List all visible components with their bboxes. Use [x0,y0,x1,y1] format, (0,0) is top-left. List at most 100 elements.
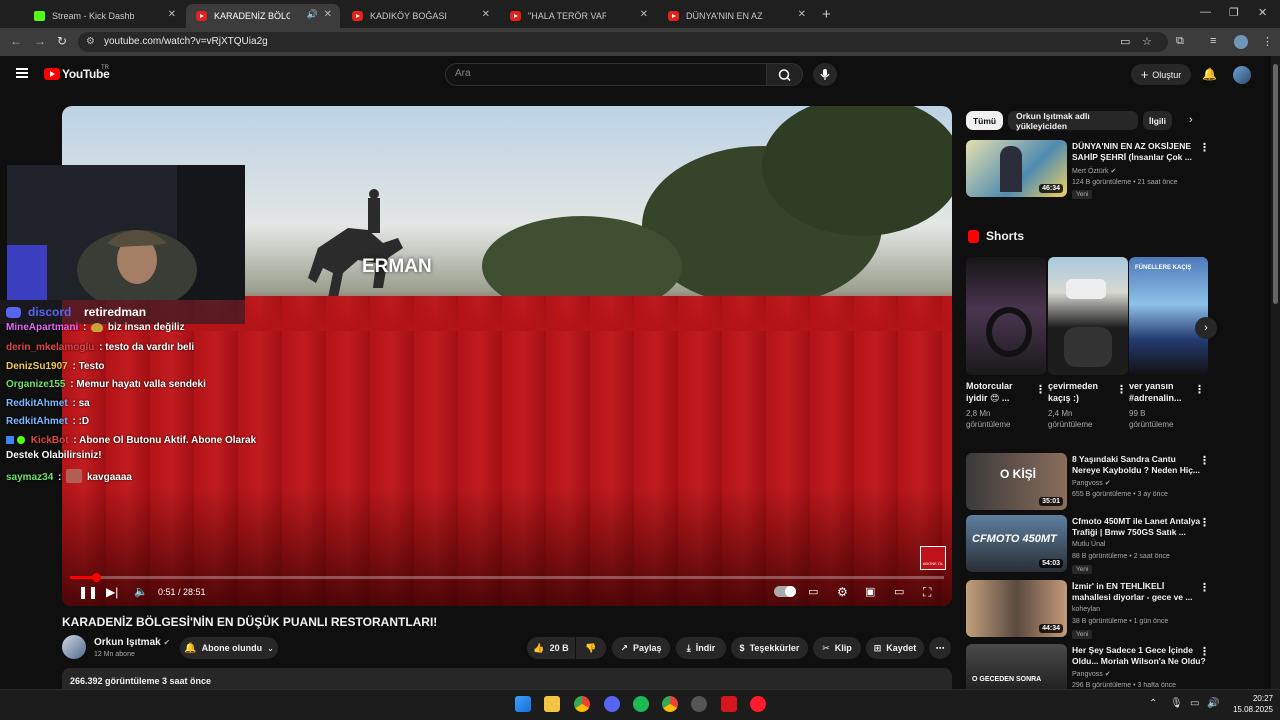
recommendation-channel[interactable]: Pangvoss ✔ [1072,670,1111,678]
thanks-button[interactable]: $ Teşekkürler [731,637,808,659]
recommendation-title[interactable]: 8 Yaşındaki Sandra Cantu Nereye Kayboldu … [1072,454,1200,476]
new-tab-button[interactable]: + [822,6,831,23]
url-text[interactable]: youtube.com/watch?v=vRjXTQUia2g [104,36,268,47]
recommendation-title[interactable]: Cfmoto 450MT ile Lanet Antalya Trafiği | … [1072,516,1200,538]
dislike-button[interactable]: 👎 [576,637,606,659]
site-info-icon[interactable]: ⚙ [86,36,95,47]
more-options-icon[interactable]: ⋮ [1199,581,1210,594]
autoplay-toggle[interactable] [774,586,796,597]
volume-icon[interactable]: 🔈 [134,585,148,598]
short-title[interactable]: ver yansın #adrenalin... [1129,380,1182,404]
short-thumbnail[interactable]: FÜNELLERE KAÇIŞ [1129,257,1208,375]
opera-icon[interactable] [750,696,766,712]
short-title[interactable]: çevirmeden kaçış :) [1048,380,1098,404]
chip-related[interactable]: İlgili [1143,111,1172,130]
extensions-icon[interactable]: ⧉ [1176,35,1184,48]
browser-tab-kick[interactable]: Stream - Kick Dashboard ✕ [24,4,184,28]
browser-tab-4[interactable]: "HALA TERÖR VAR MI BURALA ✕ [500,4,656,28]
short-title[interactable]: Motorcular iyidir 😍 ... [966,380,1013,404]
chrome-icon[interactable] [574,696,590,712]
search-input[interactable] [445,63,767,86]
tray-chevron-icon[interactable]: ⌃ [1149,698,1157,709]
recommendation-title[interactable]: Her Şey Sadece 1 Gece İçinde Oldu... Mori… [1072,645,1206,667]
reload-icon[interactable]: ↻ [57,34,67,48]
video-progress-handle[interactable] [91,573,101,582]
recommendation-channel[interactable]: Pangvoss ✔ [1072,479,1111,487]
more-options-icon[interactable]: ⋮ [1199,645,1210,658]
more-options-icon[interactable]: ⋮ [1199,141,1210,154]
recommendation-title[interactable]: DÜNYA'NIN EN AZ OKSİJENE SAHİP ŞEHRİ (İns… [1072,141,1192,163]
next-icon[interactable]: ▶| [106,585,118,599]
short-thumbnail[interactable] [1048,257,1128,375]
app-icon[interactable] [691,696,707,712]
fullscreen-icon[interactable]: ⛶ [923,585,931,600]
subscribe-watermark[interactable]: ABONE OL [920,546,946,570]
shorts-next-button[interactable]: › [1195,317,1217,339]
chip-all[interactable]: Tümü [966,111,1003,130]
more-options-icon[interactable]: ⋮ [1199,454,1210,467]
notifications-bell-icon[interactable]: 🔔 [1202,67,1217,81]
close-icon[interactable]: ✕ [798,9,806,20]
account-avatar[interactable] [1233,66,1251,84]
volume-tray-icon[interactable]: 🔊 [1207,698,1219,709]
recommendation-channel[interactable]: Mert Öztürk ✔ [1072,167,1116,175]
more-options-icon[interactable]: ⋮ [1035,383,1046,396]
speaker-icon[interactable]: 🔊 [307,9,318,20]
video-progress-bar[interactable] [70,573,944,582]
recommendation-channel[interactable]: koheylan [1072,606,1100,613]
cast-icon[interactable]: ▭ [1120,35,1130,48]
browser-tab-5[interactable]: DÜNYA'NIN EN AZ OKSİJENE S ✕ [658,4,814,28]
channel-avatar[interactable] [62,635,86,659]
close-icon[interactable]: ✕ [482,9,490,20]
restore-icon[interactable]: ❐ [1229,6,1239,19]
recommendation-thumbnail[interactable]: 46:34 [966,140,1067,197]
close-icon[interactable]: ✕ [168,9,176,20]
recommendation-thumbnail[interactable]: 44:34 [966,580,1067,637]
reading-list-icon[interactable]: ≡ [1210,35,1216,47]
channel-name[interactable]: Orkun Işıtmak ✔ [94,637,170,648]
minimize-icon[interactable]: — [1200,6,1211,18]
close-icon[interactable]: ✕ [324,9,332,20]
search-button[interactable] [767,63,803,86]
bookmark-star-icon[interactable]: ☆ [1142,35,1152,48]
recommendation-thumbnail[interactable]: O GECEDEN SONRA [966,644,1067,689]
miniplayer-icon[interactable]: ▣ [865,585,875,598]
file-explorer-icon[interactable] [544,696,560,712]
chrome-icon[interactable] [662,696,678,712]
clip-button[interactable]: ✂ Klip [813,637,861,659]
system-clock[interactable]: 20:27 15.08.2025 [1227,693,1273,715]
recommendation-thumbnail[interactable]: CFMOTO 450MT 54:03 [966,515,1067,572]
youtube-logo-icon[interactable] [44,68,60,80]
more-actions-button[interactable]: ⋯ [929,637,951,659]
menu-kebab-icon[interactable]: ⋮ [1262,35,1273,48]
like-button[interactable]: 👍 20 B [527,637,575,659]
close-icon[interactable]: ✕ [640,9,648,20]
recommendation-thumbnail[interactable]: O KİŞİ 35:01 [966,453,1067,510]
browser-tab-3[interactable]: KADIKÖY BOĞASI ASLAN İLE Y ✕ [342,4,498,28]
spotify-icon[interactable] [633,696,649,712]
window-close-icon[interactable]: ✕ [1258,6,1267,19]
network-icon[interactable]: ▭ [1190,698,1199,709]
browser-tab-active[interactable]: KARADENİZ BÖLGESİ'NİN E 🔊 ✕ [186,4,340,28]
subscribed-button[interactable]: 🔔 Abone olundu ⌄ [180,637,278,659]
more-options-icon[interactable]: ⋮ [1116,383,1127,396]
vivaldi-icon[interactable] [721,696,737,712]
forward-icon[interactable]: → [34,34,46,48]
microphone-tray-icon[interactable]: 🎙 [1170,698,1183,709]
pause-icon[interactable]: ❚❚ [78,585,98,599]
recommendation-channel[interactable]: Mutlu Ünal [1072,541,1105,548]
download-button[interactable]: ⤓ İndir [676,637,726,659]
discord-taskbar-icon[interactable] [604,696,620,712]
chevron-right-icon[interactable]: › [1189,114,1193,126]
short-thumbnail[interactable] [966,257,1046,375]
recommendation-title[interactable]: İzmir' in EN TEHLİKELİ mahallesi diyorlar… [1072,581,1192,603]
share-button[interactable]: ↗ Paylaş [612,637,670,659]
create-button[interactable]: + Oluştur [1131,64,1191,85]
scrollbar-thumb[interactable] [1273,64,1278,304]
voice-search-button[interactable] [813,63,837,86]
start-icon[interactable] [515,696,531,712]
profile-icon[interactable] [1234,35,1248,49]
chip-from-uploader[interactable]: Orkun Işıtmak adlı yükleyiciden [1008,111,1138,131]
save-button[interactable]: ⊞ Kaydet [866,637,924,659]
settings-gear-icon[interactable]: ⚙ [837,585,848,599]
